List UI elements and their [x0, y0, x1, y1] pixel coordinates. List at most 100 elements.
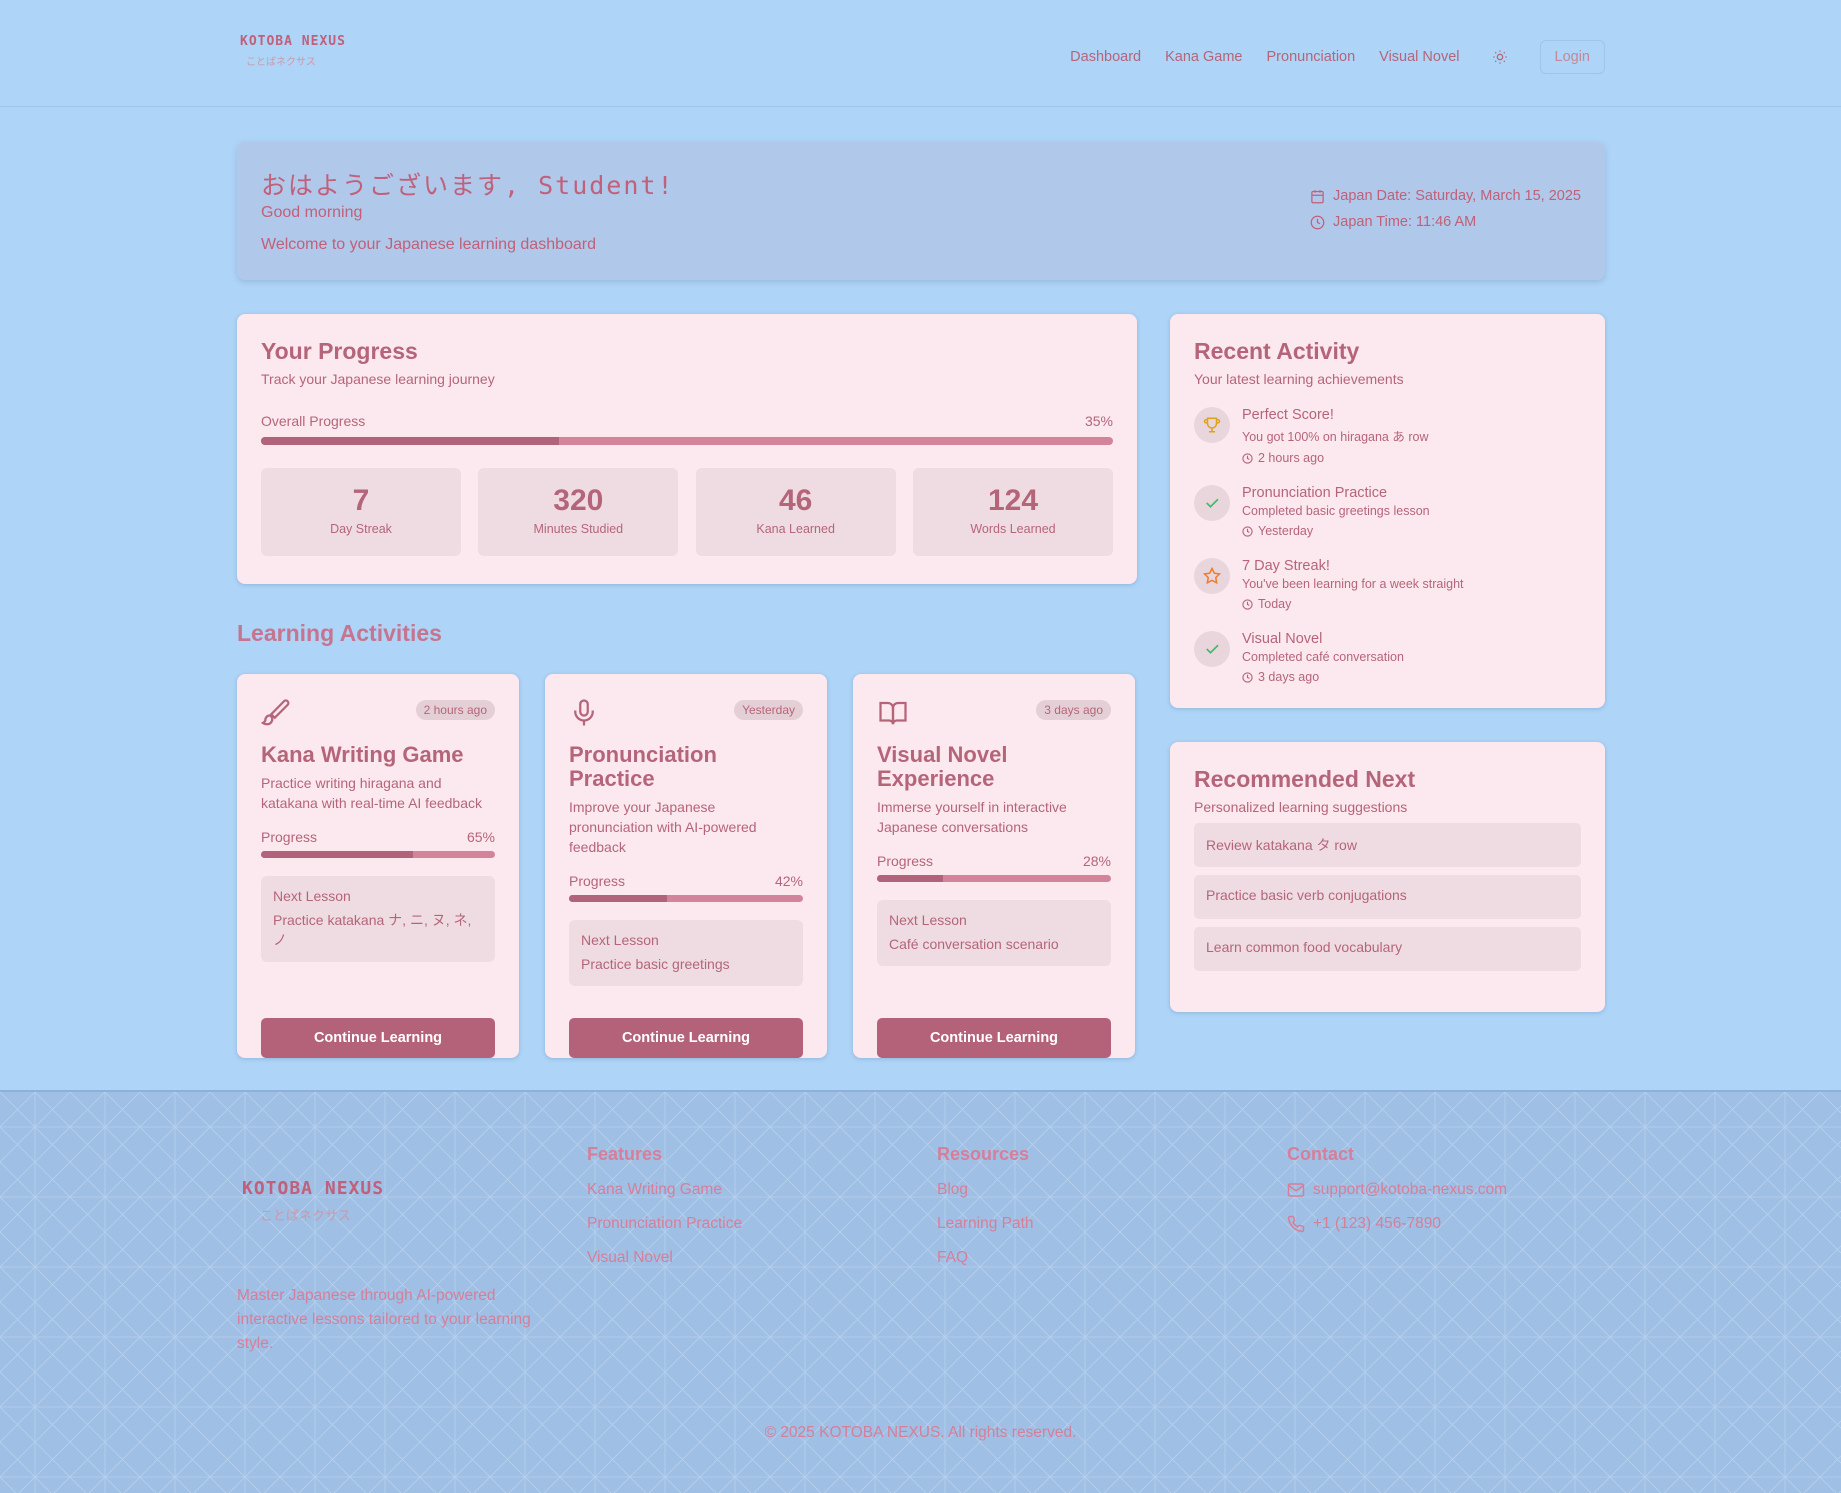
next-lesson-label: Next Lesson	[889, 912, 967, 928]
activity-item-title: Visual Novel	[1242, 631, 1323, 647]
footer-link-learning-path[interactable]: Learning Path	[937, 1215, 1034, 1233]
brush-icon	[260, 699, 290, 726]
sun-icon[interactable]	[1490, 47, 1510, 67]
activity-card-pronunciation: Yesterday Pronunciation Practice Improve…	[545, 674, 827, 1058]
contact-email[interactable]: support@kotoba-nexus.com	[1313, 1181, 1507, 1199]
footer-resources: Resources Blog Learning Path FAQ	[937, 1144, 1034, 1267]
activity-description: Immerse yourself in interactive Japanese…	[877, 799, 1067, 835]
activity-time-badge: 2 hours ago	[415, 700, 495, 720]
overall-progress-value: 35%	[1084, 413, 1113, 429]
recommendation-item[interactable]: Review katakana タ row	[1194, 823, 1581, 867]
brand-logo[interactable]: KOTOBA NEXUS ことばネクサス	[240, 34, 346, 68]
contact-phone[interactable]: +1 (123) 456-7890	[1313, 1215, 1441, 1233]
mail-icon	[1287, 1183, 1305, 1197]
footer-link-faq[interactable]: FAQ	[937, 1249, 1034, 1267]
stat-kana-learned: 46 Kana Learned	[695, 468, 896, 556]
footer-resources-title: Resources	[937, 1144, 1030, 1164]
activity-item: Visual Novel Completed café conversation…	[1194, 631, 1581, 684]
welcome-banner: おはようございます, Student! Good morning Welcome…	[237, 142, 1605, 280]
nav-kana-game[interactable]: Kana Game	[1165, 49, 1242, 65]
footer-description: Master Japanese through AI-powered inter…	[237, 1287, 531, 1352]
clock-icon	[1310, 215, 1325, 229]
footer-brand-name-jp: ことばネクサス	[260, 1208, 351, 1223]
progress-title: Your Progress	[261, 338, 418, 364]
recommendation-item[interactable]: Learn common food vocabulary	[1194, 927, 1581, 971]
calendar-icon	[1311, 189, 1324, 203]
footer-link-visual-novel[interactable]: Visual Novel	[587, 1249, 742, 1267]
clock-icon	[1242, 598, 1253, 610]
continue-learning-button[interactable]: Continue Learning	[569, 1018, 803, 1058]
continue-learning-button[interactable]: Continue Learning	[877, 1018, 1111, 1058]
footer-logo[interactable]: KOTOBA NEXUS ことばネクサス	[242, 1178, 384, 1224]
stat-day-streak: 7 Day Streak	[261, 468, 461, 556]
progress-value: 28%	[1082, 853, 1111, 869]
activity-card-visual-novel: 3 days ago Visual Novel Experience Immer…	[853, 674, 1135, 1058]
microphone-icon	[574, 699, 594, 726]
next-lesson-box: Next Lesson Café conversation scenario	[877, 900, 1111, 966]
main-nav: Dashboard Kana Game Pronunciation Visual…	[1046, 40, 1605, 74]
progress-label: Progress	[877, 853, 934, 869]
overall-progress-label: Overall Progress	[261, 413, 366, 429]
activity-item: Perfect Score! You got 100% on hiragana …	[1194, 407, 1581, 465]
next-lesson-value: Café conversation scenario	[889, 936, 1059, 952]
japan-date: Japan Date: Saturday, March 15, 2025	[1333, 188, 1581, 204]
progress-label: Progress	[261, 829, 318, 845]
activity-item: 7 Day Streak! You've been learning for a…	[1194, 558, 1581, 611]
activity-title: Visual Novel Experience	[877, 742, 1008, 791]
activity-title: Pronunciation Practice	[569, 742, 717, 791]
recommended-subtitle: Personalized learning suggestions	[1194, 799, 1408, 815]
progress-card: Your Progress Track your Japanese learni…	[237, 314, 1137, 584]
japan-datetime: Japan Date: Saturday, March 15, 2025 Jap…	[1310, 188, 1581, 240]
nav-dashboard[interactable]: Dashboard	[1070, 49, 1141, 65]
continue-learning-button[interactable]: Continue Learning	[261, 1018, 495, 1058]
footer-contact-title: Contact	[1287, 1144, 1354, 1164]
copyright: © 2025 KOTOBA NEXUS. All rights reserved…	[764, 1424, 1077, 1441]
activity-progress-bar	[261, 851, 495, 858]
nav-visual-novel[interactable]: Visual Novel	[1379, 49, 1459, 65]
next-lesson-box: Next Lesson Practice basic greetings	[569, 920, 803, 986]
brand-name-jp: ことばネクサス	[246, 57, 316, 68]
activity-item-desc: You've been learning for a week straight	[1242, 577, 1464, 591]
footer-brand-name: KOTOBA NEXUS	[242, 1178, 385, 1199]
activity-description: Improve your Japanese pronunciation with…	[569, 799, 757, 855]
clock-icon	[1242, 525, 1253, 537]
next-lesson-box: Next Lesson Practice katakana ナ, ニ, ヌ, ネ…	[261, 876, 495, 962]
clock-icon	[1242, 671, 1253, 683]
next-lesson-value: Practice katakana ナ, ニ, ヌ, ネ, ノ	[273, 912, 472, 948]
login-button[interactable]: Login	[1539, 40, 1605, 74]
greeting-jp: おはようございます, Student!	[261, 171, 675, 200]
site-footer: KOTOBA NEXUS ことばネクサス Master Japanese thr…	[0, 1090, 1841, 1493]
progress-subtitle: Track your Japanese learning journey	[261, 371, 495, 387]
check-icon	[1194, 485, 1230, 521]
activity-item-title: 7 Day Streak!	[1242, 558, 1330, 574]
greeting-en: Good morning	[261, 204, 363, 221]
progress-label: Progress	[569, 873, 626, 889]
footer-contact: Contact support@kotoba-nexus.com +1 (123…	[1287, 1144, 1507, 1233]
activity-progress-bar	[569, 895, 803, 902]
activity-item-desc: Completed café conversation	[1242, 650, 1404, 664]
footer-features: Features Kana Writing Game Pronunciation…	[587, 1144, 742, 1267]
activity-item-title: Pronunciation Practice	[1242, 485, 1388, 501]
overall-progress-bar	[261, 437, 1113, 445]
activity-item-time: Yesterday	[1258, 524, 1314, 538]
clock-icon	[1242, 452, 1253, 464]
progress-value: 65%	[466, 829, 495, 845]
nav-pronunciation[interactable]: Pronunciation	[1267, 49, 1356, 65]
footer-features-title: Features	[587, 1144, 663, 1164]
activity-card-kana: 2 hours ago Kana Writing Game Practice w…	[237, 674, 519, 1058]
welcome-subtitle: Welcome to your Japanese learning dashbo…	[261, 236, 597, 253]
book-icon	[879, 701, 907, 725]
stat-minutes-studied: 320 Minutes Studied	[478, 468, 679, 556]
phone-icon	[1287, 1215, 1305, 1233]
next-lesson-label: Next Lesson	[273, 888, 351, 904]
activity-progress-bar	[877, 875, 1111, 882]
footer-link-kana[interactable]: Kana Writing Game	[587, 1181, 742, 1199]
recommendation-item[interactable]: Practice basic verb conjugations	[1194, 875, 1581, 919]
footer-link-pronunciation[interactable]: Pronunciation Practice	[587, 1215, 742, 1233]
activity-item-time: Today	[1258, 597, 1292, 611]
activity-description: Practice writing hiragana and katakana w…	[261, 775, 483, 811]
japan-time: Japan Time: 11:46 AM	[1333, 214, 1477, 230]
recent-activity-subtitle: Your latest learning achievements	[1194, 371, 1404, 387]
footer-link-blog[interactable]: Blog	[937, 1181, 1034, 1199]
stat-words-learned: 124 Words Learned	[912, 468, 1113, 556]
